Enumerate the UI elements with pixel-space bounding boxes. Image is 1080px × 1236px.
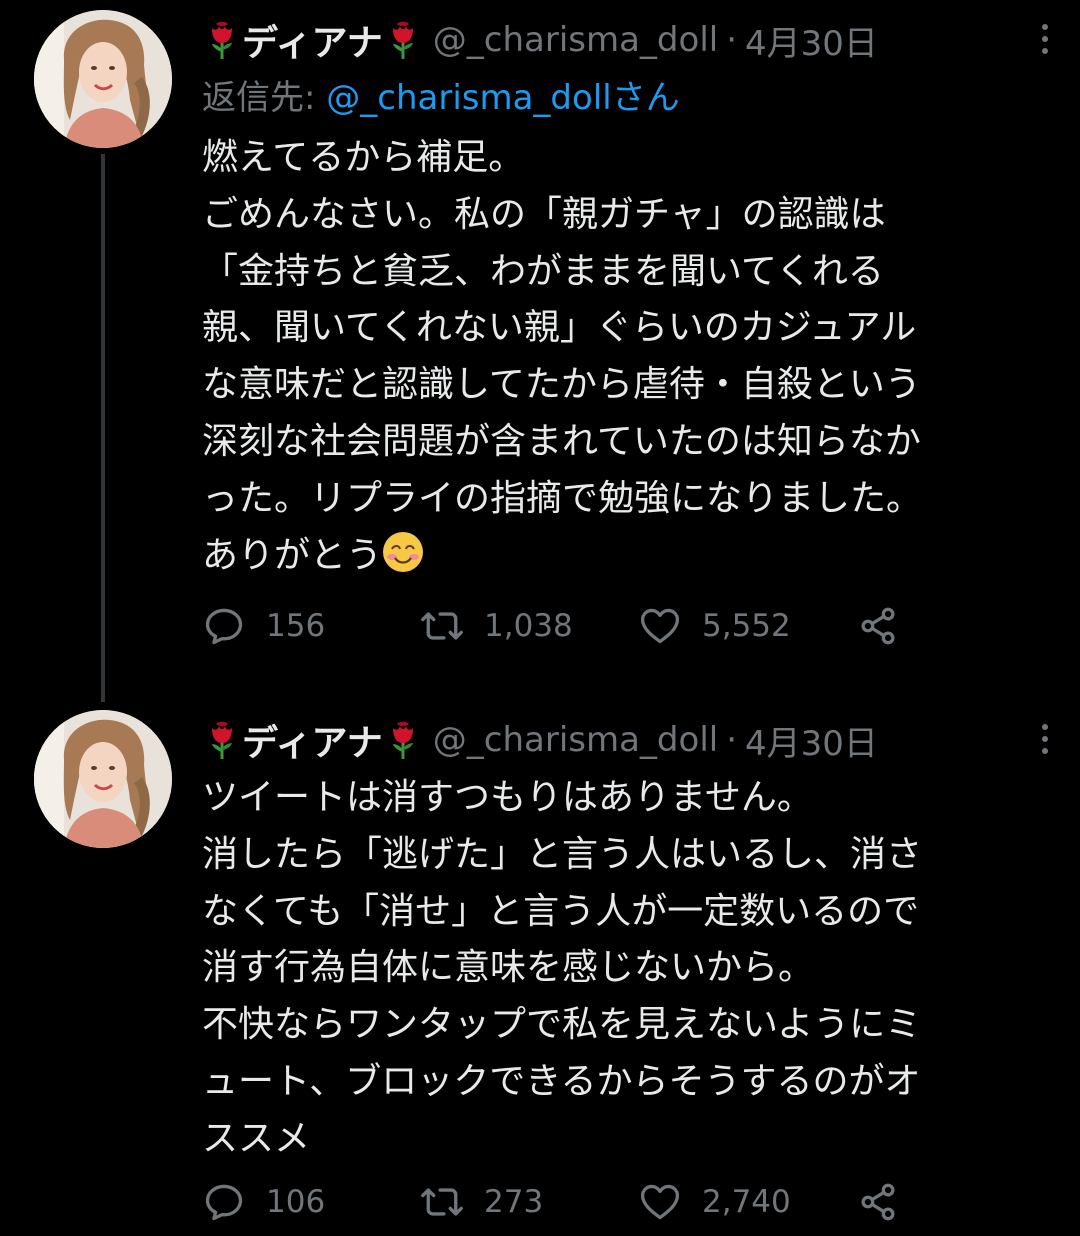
tweet-text: 燃えてるから補足。 ごめんなさい。私の「親ガチャ」の認識は 「金持ちと貧乏、わが… bbox=[202, 137, 923, 576]
retweet-count: 1,038 bbox=[484, 608, 573, 644]
tweet-content: ディアナ @_charisma_doll · 4月30日 ツイートは消すつもりは… bbox=[202, 712, 1050, 1168]
like-count: 5,552 bbox=[702, 608, 791, 644]
display-name-text: ディアナ bbox=[242, 723, 383, 764]
tweet-header: ディアナ @_charisma_doll · 4月30日 bbox=[202, 12, 1050, 68]
tweet[interactable]: ディアナ @_charisma_doll · 4月30日 返信先: @_char… bbox=[0, 0, 1080, 680]
like-button[interactable]: 2,740 bbox=[638, 1180, 856, 1224]
tweet-text: ツイートは消すつもりはありません。 消したら「逃げた」と言う人はいるし、消さ な… bbox=[202, 777, 923, 1159]
reply-to-line: 返信先: @_charisma_dollさん bbox=[202, 68, 1050, 128]
avatar[interactable] bbox=[34, 710, 172, 848]
tweet[interactable]: ディアナ @_charisma_doll · 4月30日 ツイートは消すつもりは… bbox=[0, 700, 1080, 1236]
rose-icon bbox=[204, 720, 240, 760]
reply-count: 106 bbox=[266, 1184, 326, 1220]
share-icon bbox=[856, 1180, 900, 1224]
avatar[interactable] bbox=[34, 10, 172, 148]
rose-icon bbox=[385, 20, 421, 60]
retweet-icon bbox=[420, 604, 464, 648]
heart-icon bbox=[638, 604, 682, 648]
retweet-count: 273 bbox=[484, 1184, 544, 1220]
display-name-text: ディアナ bbox=[242, 23, 383, 64]
user-handle[interactable]: @_charisma_doll bbox=[433, 20, 718, 60]
display-name[interactable]: ディアナ bbox=[202, 14, 423, 66]
tweet-body: 燃えてるから補足。 ごめんなさい。私の「親ガチャ」の認識は 「金持ちと貧乏、わが… bbox=[202, 130, 1050, 584]
retweet-icon bbox=[420, 1180, 464, 1224]
tweet-content: ディアナ @_charisma_doll · 4月30日 返信先: @_char… bbox=[202, 12, 1050, 584]
like-button[interactable]: 5,552 bbox=[638, 604, 856, 648]
smiling-face-emoji-icon bbox=[382, 531, 424, 573]
share-button[interactable] bbox=[856, 1180, 900, 1224]
reply-icon bbox=[202, 1180, 246, 1224]
tweet-actions: 106 273 2,740 bbox=[202, 1180, 900, 1224]
heart-icon bbox=[638, 1180, 682, 1224]
rose-icon bbox=[385, 720, 421, 760]
reply-icon bbox=[202, 604, 246, 648]
reply-button[interactable]: 106 bbox=[202, 1180, 420, 1224]
separator-dot: · bbox=[726, 720, 738, 760]
retweet-button[interactable]: 273 bbox=[420, 1180, 638, 1224]
user-handle[interactable]: @_charisma_doll bbox=[433, 720, 718, 760]
tweet-header: ディアナ @_charisma_doll · 4月30日 bbox=[202, 712, 1050, 768]
tweet-date[interactable]: 4月30日 bbox=[745, 16, 878, 65]
reply-to-prefix: 返信先: bbox=[202, 78, 327, 118]
retweet-button[interactable]: 1,038 bbox=[420, 604, 638, 648]
separator-dot: · bbox=[726, 20, 738, 60]
more-icon[interactable] bbox=[1040, 24, 1050, 54]
tweet-actions: 156 1,038 5,552 bbox=[202, 604, 900, 648]
avatar-image bbox=[34, 710, 172, 848]
more-icon[interactable] bbox=[1040, 724, 1050, 754]
share-button[interactable] bbox=[856, 604, 900, 648]
tweet-date[interactable]: 4月30日 bbox=[745, 716, 878, 765]
tweet-body: ツイートは消すつもりはありません。 消したら「逃げた」と言う人はいるし、消さ な… bbox=[202, 770, 1050, 1168]
rose-icon bbox=[204, 20, 240, 60]
reply-to-mention[interactable]: @_charisma_dollさん bbox=[326, 78, 679, 118]
display-name[interactable]: ディアナ bbox=[202, 714, 423, 766]
reply-button[interactable]: 156 bbox=[202, 604, 420, 648]
share-icon bbox=[856, 604, 900, 648]
like-count: 2,740 bbox=[702, 1184, 791, 1220]
avatar-image bbox=[34, 10, 172, 148]
reply-count: 156 bbox=[266, 608, 326, 644]
